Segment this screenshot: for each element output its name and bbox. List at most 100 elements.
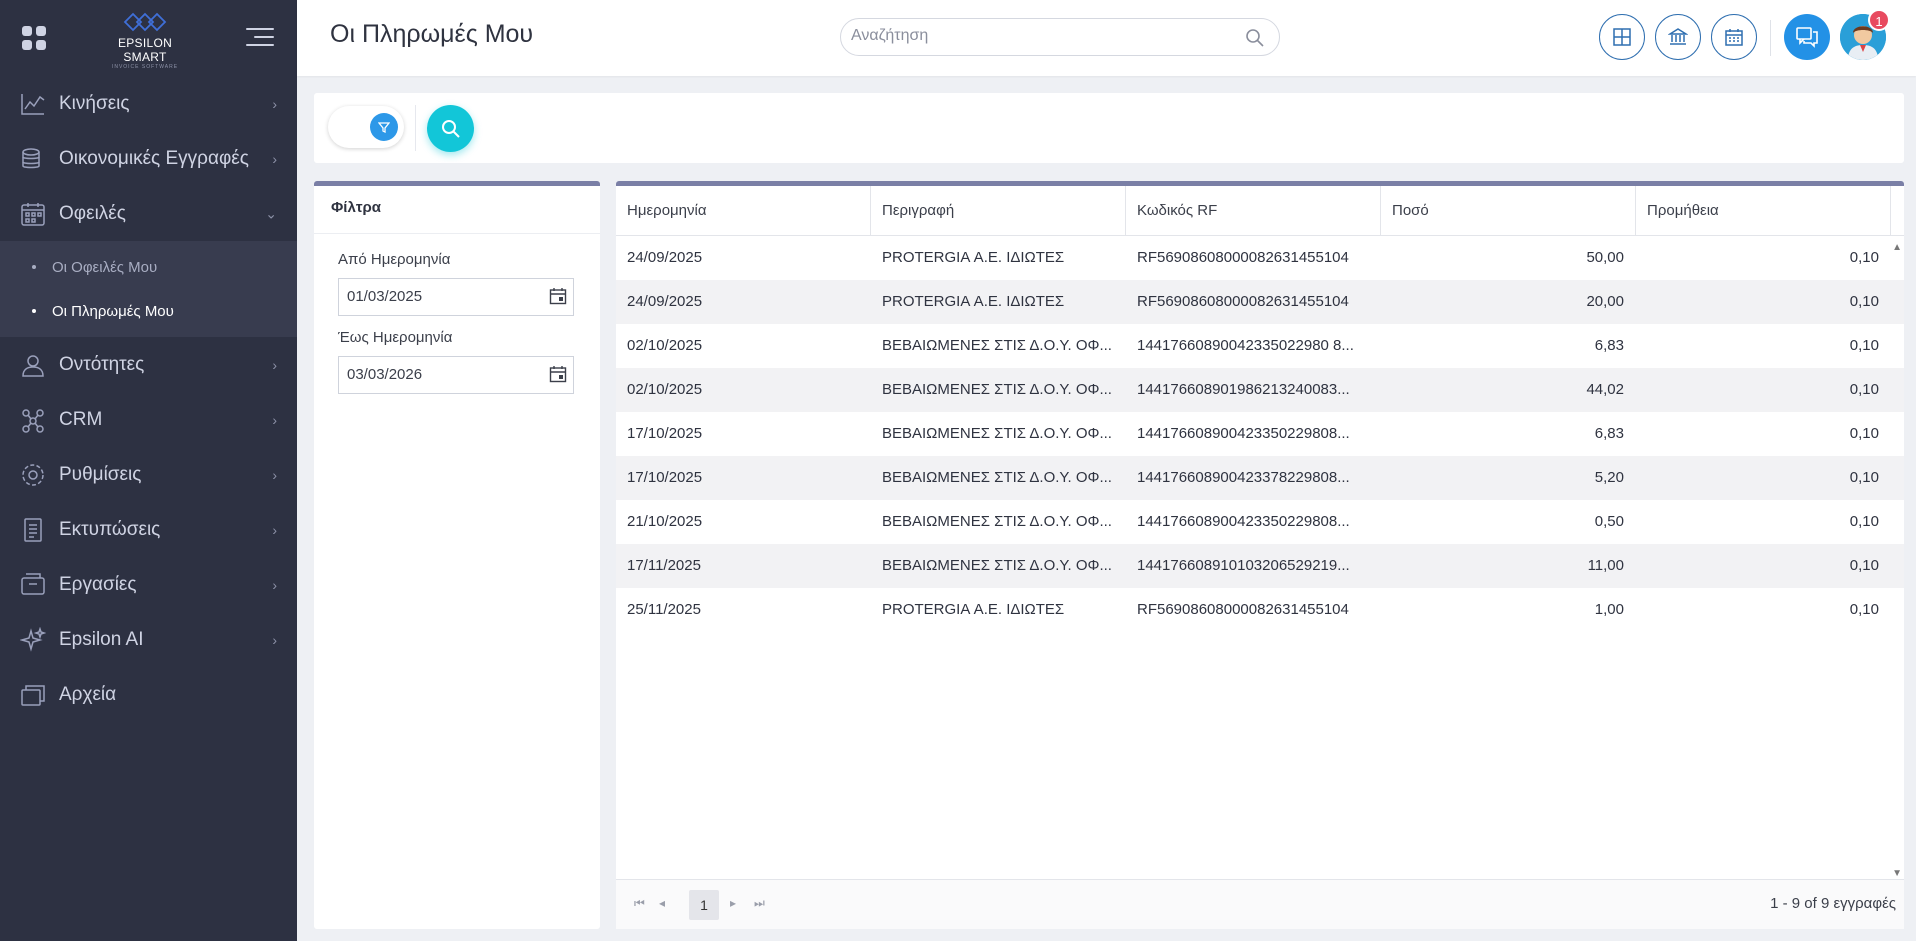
from-date-input[interactable] xyxy=(347,288,537,305)
calendar-icon xyxy=(1725,29,1743,46)
menu-toggle-icon[interactable] xyxy=(246,28,274,48)
search-input[interactable] xyxy=(851,27,1231,45)
sidebar-item-arxeia[interactable]: Αρχεία xyxy=(0,667,297,722)
table-row[interactable]: 17/11/2025 ΒΕΒΑΙΩΜΕΝΕΣ ΣΤΙΣ Δ.Ο.Υ. ΟΦ... 1… xyxy=(616,544,1904,588)
cell-rf-code: 144176608900423350229808... xyxy=(1137,513,1350,530)
sidebar-item-epsilon-ai[interactable]: Epsilon AI › xyxy=(0,612,297,667)
next-page-icon[interactable]: ▸ xyxy=(730,896,736,910)
cell-date: 17/10/2025 xyxy=(627,469,703,486)
logo[interactable]: EPSILON SMART INVOICE SOFTWARE xyxy=(95,10,195,70)
calendar-icon[interactable] xyxy=(549,365,567,388)
sidebar-subitem-my-debts[interactable]: Οι Οφειλές Μου xyxy=(0,245,297,289)
sidebar-item-label: Οφειλές xyxy=(59,202,126,224)
cell-amount: 20,00 xyxy=(1586,293,1624,310)
sidebar-nav: Κινήσεις › Οικονομικές Εγγραφές › Οφειλέ… xyxy=(0,76,297,241)
apps-grid-icon[interactable] xyxy=(22,26,46,50)
table-row[interactable]: 17/10/2025 ΒΕΒΑΙΩΜΕΝΕΣ ΣΤΙΣ Δ.Ο.Υ. ΟΦ... 1… xyxy=(616,456,1904,500)
sidebar-item-ofeiles[interactable]: Οφειλές ⌄ xyxy=(0,186,297,241)
chevron-right-icon: › xyxy=(272,576,277,593)
sidebar-item-rythmiseis[interactable]: Ρυθμίσεις › xyxy=(0,447,297,502)
search-button[interactable] xyxy=(427,105,474,152)
cell-fee: 0,10 xyxy=(1849,469,1879,486)
coins-icon xyxy=(19,145,47,173)
table-row[interactable]: 02/10/2025 ΒΕΒΑΙΩΜΕΝΕΣ ΣΤΙΣ Δ.Ο.Υ. ΟΦ... 1… xyxy=(616,324,1904,368)
page-number[interactable]: 1 xyxy=(689,890,719,920)
bullet-icon xyxy=(32,265,36,269)
prev-page-icon[interactable]: ◂ xyxy=(659,896,665,910)
cell-date: 02/10/2025 xyxy=(627,381,703,398)
sidebar-item-label: Epsilon AI xyxy=(59,628,144,650)
cell-amount: 6,83 xyxy=(1594,425,1624,442)
cell-date: 17/10/2025 xyxy=(627,425,703,442)
table-row[interactable]: 17/10/2025 ΒΕΒΑΙΩΜΕΝΕΣ ΣΤΙΣ Δ.Ο.Υ. ΟΦ... 1… xyxy=(616,412,1904,456)
cell-description: PROTERGIA Α.Ε. ΙΔΙΩΤΕΣ xyxy=(882,249,1065,266)
column-header-description[interactable]: Περιγραφή xyxy=(871,186,1126,235)
calendar-button[interactable] xyxy=(1711,14,1757,60)
filter-toggle[interactable] xyxy=(328,106,404,148)
search-icon[interactable] xyxy=(1245,28,1265,53)
funnel-icon xyxy=(378,122,390,133)
sidebar-item-ontotites[interactable]: Οντότητες › xyxy=(0,337,297,392)
user-icon xyxy=(19,351,47,379)
gear-icon xyxy=(19,461,47,489)
sidebar-item-ergasies[interactable]: Εργασίες › xyxy=(0,557,297,612)
cell-amount: 5,20 xyxy=(1594,469,1624,486)
scroll-up-arrow-icon[interactable]: ▲ xyxy=(1892,242,1902,253)
toolbar-divider xyxy=(415,105,416,151)
grid-body: 24/09/2025 PROTERGIA Α.Ε. ΙΔΙΩΤΕΣ RF569086… xyxy=(616,236,1904,632)
filters-title: Φίλτρα xyxy=(314,186,600,234)
chevron-right-icon: › xyxy=(272,466,277,483)
sidebar-subnav: Οι Οφειλές Μου Οι Πληρωμές Μου xyxy=(0,241,297,337)
cell-amount: 11,00 xyxy=(1587,557,1624,574)
first-page-icon[interactable]: ⏮ xyxy=(634,896,645,911)
messages-button[interactable] xyxy=(1784,14,1830,60)
to-date-field[interactable] xyxy=(338,356,574,394)
sidebar-item-label: Οικονομικές Εγγραφές xyxy=(59,147,249,169)
table-row[interactable]: 24/09/2025 PROTERGIA Α.Ε. ΙΔΙΩΤΕΣ RF569086… xyxy=(616,280,1904,324)
table-row[interactable]: 21/10/2025 ΒΕΒΑΙΩΜΕΝΕΣ ΣΤΙΣ Δ.Ο.Υ. ΟΦ... 1… xyxy=(616,500,1904,544)
column-header-rf-code[interactable]: Κωδικός RF xyxy=(1126,186,1381,235)
sidebar-subitem-label: Οι Οφειλές Μου xyxy=(52,258,158,276)
sidebar-item-label: Οντότητες xyxy=(59,353,145,375)
cell-description: ΒΕΒΑΙΩΜΕΝΕΣ ΣΤΙΣ Δ.Ο.Υ. ΟΦ... xyxy=(882,337,1112,354)
last-page-icon[interactable]: ⏭ xyxy=(754,896,765,911)
action-toolbar xyxy=(314,93,1904,163)
sidebar-item-kiniseis[interactable]: Κινήσεις › xyxy=(0,76,297,131)
cell-description: PROTERGIA Α.Ε. ΙΔΙΩΤΕΣ xyxy=(882,601,1065,618)
sidebar-subitem-my-payments[interactable]: Οι Πληρωμές Μου xyxy=(0,289,297,333)
network-icon xyxy=(19,406,47,434)
sidebar-nav-rest: Οντότητες › CRM › Ρυθμίσεις › Εκτυπώσεις… xyxy=(0,337,297,722)
from-date-field[interactable] xyxy=(338,278,574,316)
search-icon xyxy=(441,119,460,138)
column-header-date[interactable]: Ημερομηνία xyxy=(616,186,871,235)
cell-date: 24/09/2025 xyxy=(627,293,703,310)
chevron-right-icon: › xyxy=(272,150,277,167)
sparkle-icon xyxy=(19,626,47,654)
column-header-fee[interactable]: Προμήθεια xyxy=(1636,186,1891,235)
table-row[interactable]: 25/11/2025 PROTERGIA Α.Ε. ΙΔΙΩΤΕΣ RF569086… xyxy=(616,588,1904,632)
sidebar-item-ektyposeis[interactable]: Εκτυπώσεις › xyxy=(0,502,297,557)
table-row[interactable]: 24/09/2025 PROTERGIA Α.Ε. ΙΔΙΩΤΕΣ RF569086… xyxy=(616,236,1904,280)
sidebar-item-oikonomikes[interactable]: Οικονομικές Εγγραφές › xyxy=(0,131,297,186)
table-row[interactable]: 02/10/2025 ΒΕΒΑΙΩΜΕΝΕΣ ΣΤΙΣ Δ.Ο.Υ. ΟΦ... 1… xyxy=(616,368,1904,412)
cell-amount: 50,00 xyxy=(1586,249,1624,266)
brand-sub: INVOICE SOFTWARE xyxy=(111,64,179,70)
sidebar-item-label: Εργασίες xyxy=(59,573,137,595)
to-date-input[interactable] xyxy=(347,366,537,383)
bank-icon xyxy=(1668,28,1688,45)
cell-rf-code: RF56908608000082631455104 xyxy=(1137,249,1349,266)
cell-amount: 0,50 xyxy=(1594,513,1624,530)
column-header-amount[interactable]: Ποσό xyxy=(1381,186,1636,235)
top-header: Οι Πληρωμές Μου 1 xyxy=(297,0,1916,76)
grid-pager: ⏮ ◂ 1 ▸ ⏭ 1 - 9 of 9 εγγραφές xyxy=(616,879,1904,929)
cell-fee: 0,10 xyxy=(1849,381,1879,398)
sidebar-item-label: Εκτυπώσεις xyxy=(59,518,161,540)
sidebar-item-crm[interactable]: CRM › xyxy=(0,392,297,447)
cell-date: 17/11/2025 xyxy=(627,557,701,574)
dashboard-button[interactable] xyxy=(1599,14,1645,60)
scroll-down-arrow-icon[interactable]: ▼ xyxy=(1892,868,1902,879)
bank-button[interactable] xyxy=(1655,14,1701,60)
files-icon xyxy=(19,681,47,709)
calendar-icon[interactable] xyxy=(549,287,567,310)
to-date-label: Έως Ημερομηνία xyxy=(338,329,453,346)
